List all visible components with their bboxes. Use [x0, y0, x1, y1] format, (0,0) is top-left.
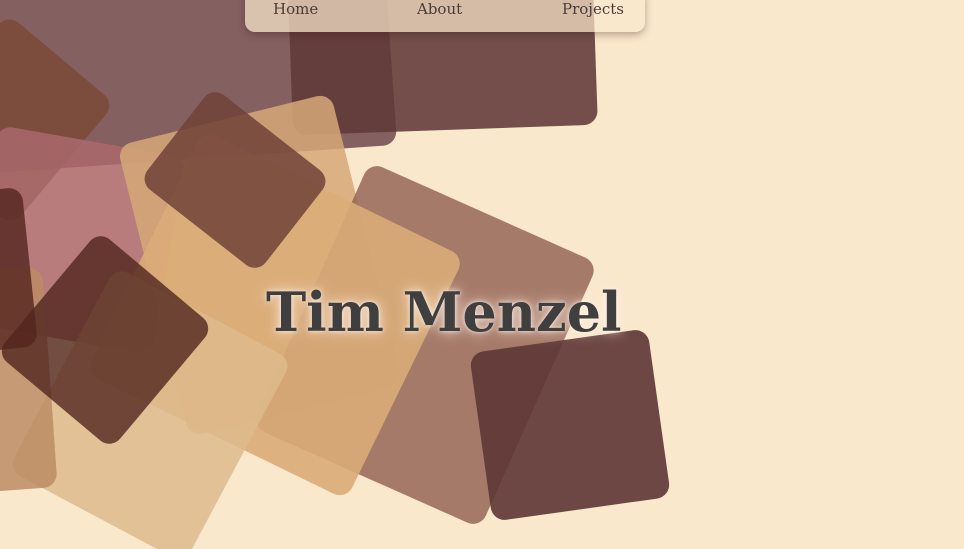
- page-title: Tim Menzel: [266, 280, 622, 344]
- nav-about-link[interactable]: About: [417, 0, 462, 18]
- nav-projects-link[interactable]: Projects: [562, 0, 624, 18]
- nav-home-link[interactable]: Home: [273, 0, 318, 18]
- top-navigation: Home About Projects: [245, 0, 645, 32]
- page-stage: Home About Projects Tim Menzel: [0, 0, 964, 549]
- background-tile: [469, 328, 671, 522]
